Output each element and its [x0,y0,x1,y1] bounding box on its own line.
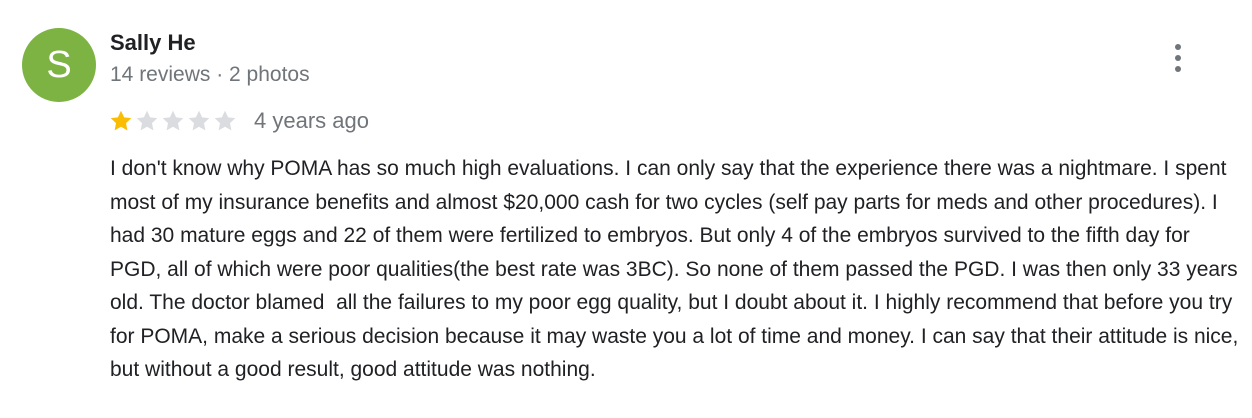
star-empty-icon [188,110,210,131]
more-vertical-icon [1175,44,1181,50]
author-meta: 14 reviews · 2 photos [110,63,310,86]
review-text: I don't know why POMA has so much high e… [110,157,1245,381]
star-empty-icon [136,110,158,131]
star-rating [108,108,238,134]
more-options-button[interactable] [1160,40,1196,76]
rating-row: 4 years ago [108,106,369,136]
more-vertical-icon-dot [1175,55,1181,61]
review-card: S Sally He 14 reviews · 2 photos 4 years… [0,0,1252,418]
author-name[interactable]: Sally He [110,30,196,56]
star-filled-icon [110,110,132,131]
star-empty-icon [214,110,236,131]
more-vertical-icon-dot [1175,66,1181,72]
review-time: 4 years ago [254,108,369,133]
star-empty-icon [162,110,184,131]
avatar[interactable]: S [22,28,96,102]
